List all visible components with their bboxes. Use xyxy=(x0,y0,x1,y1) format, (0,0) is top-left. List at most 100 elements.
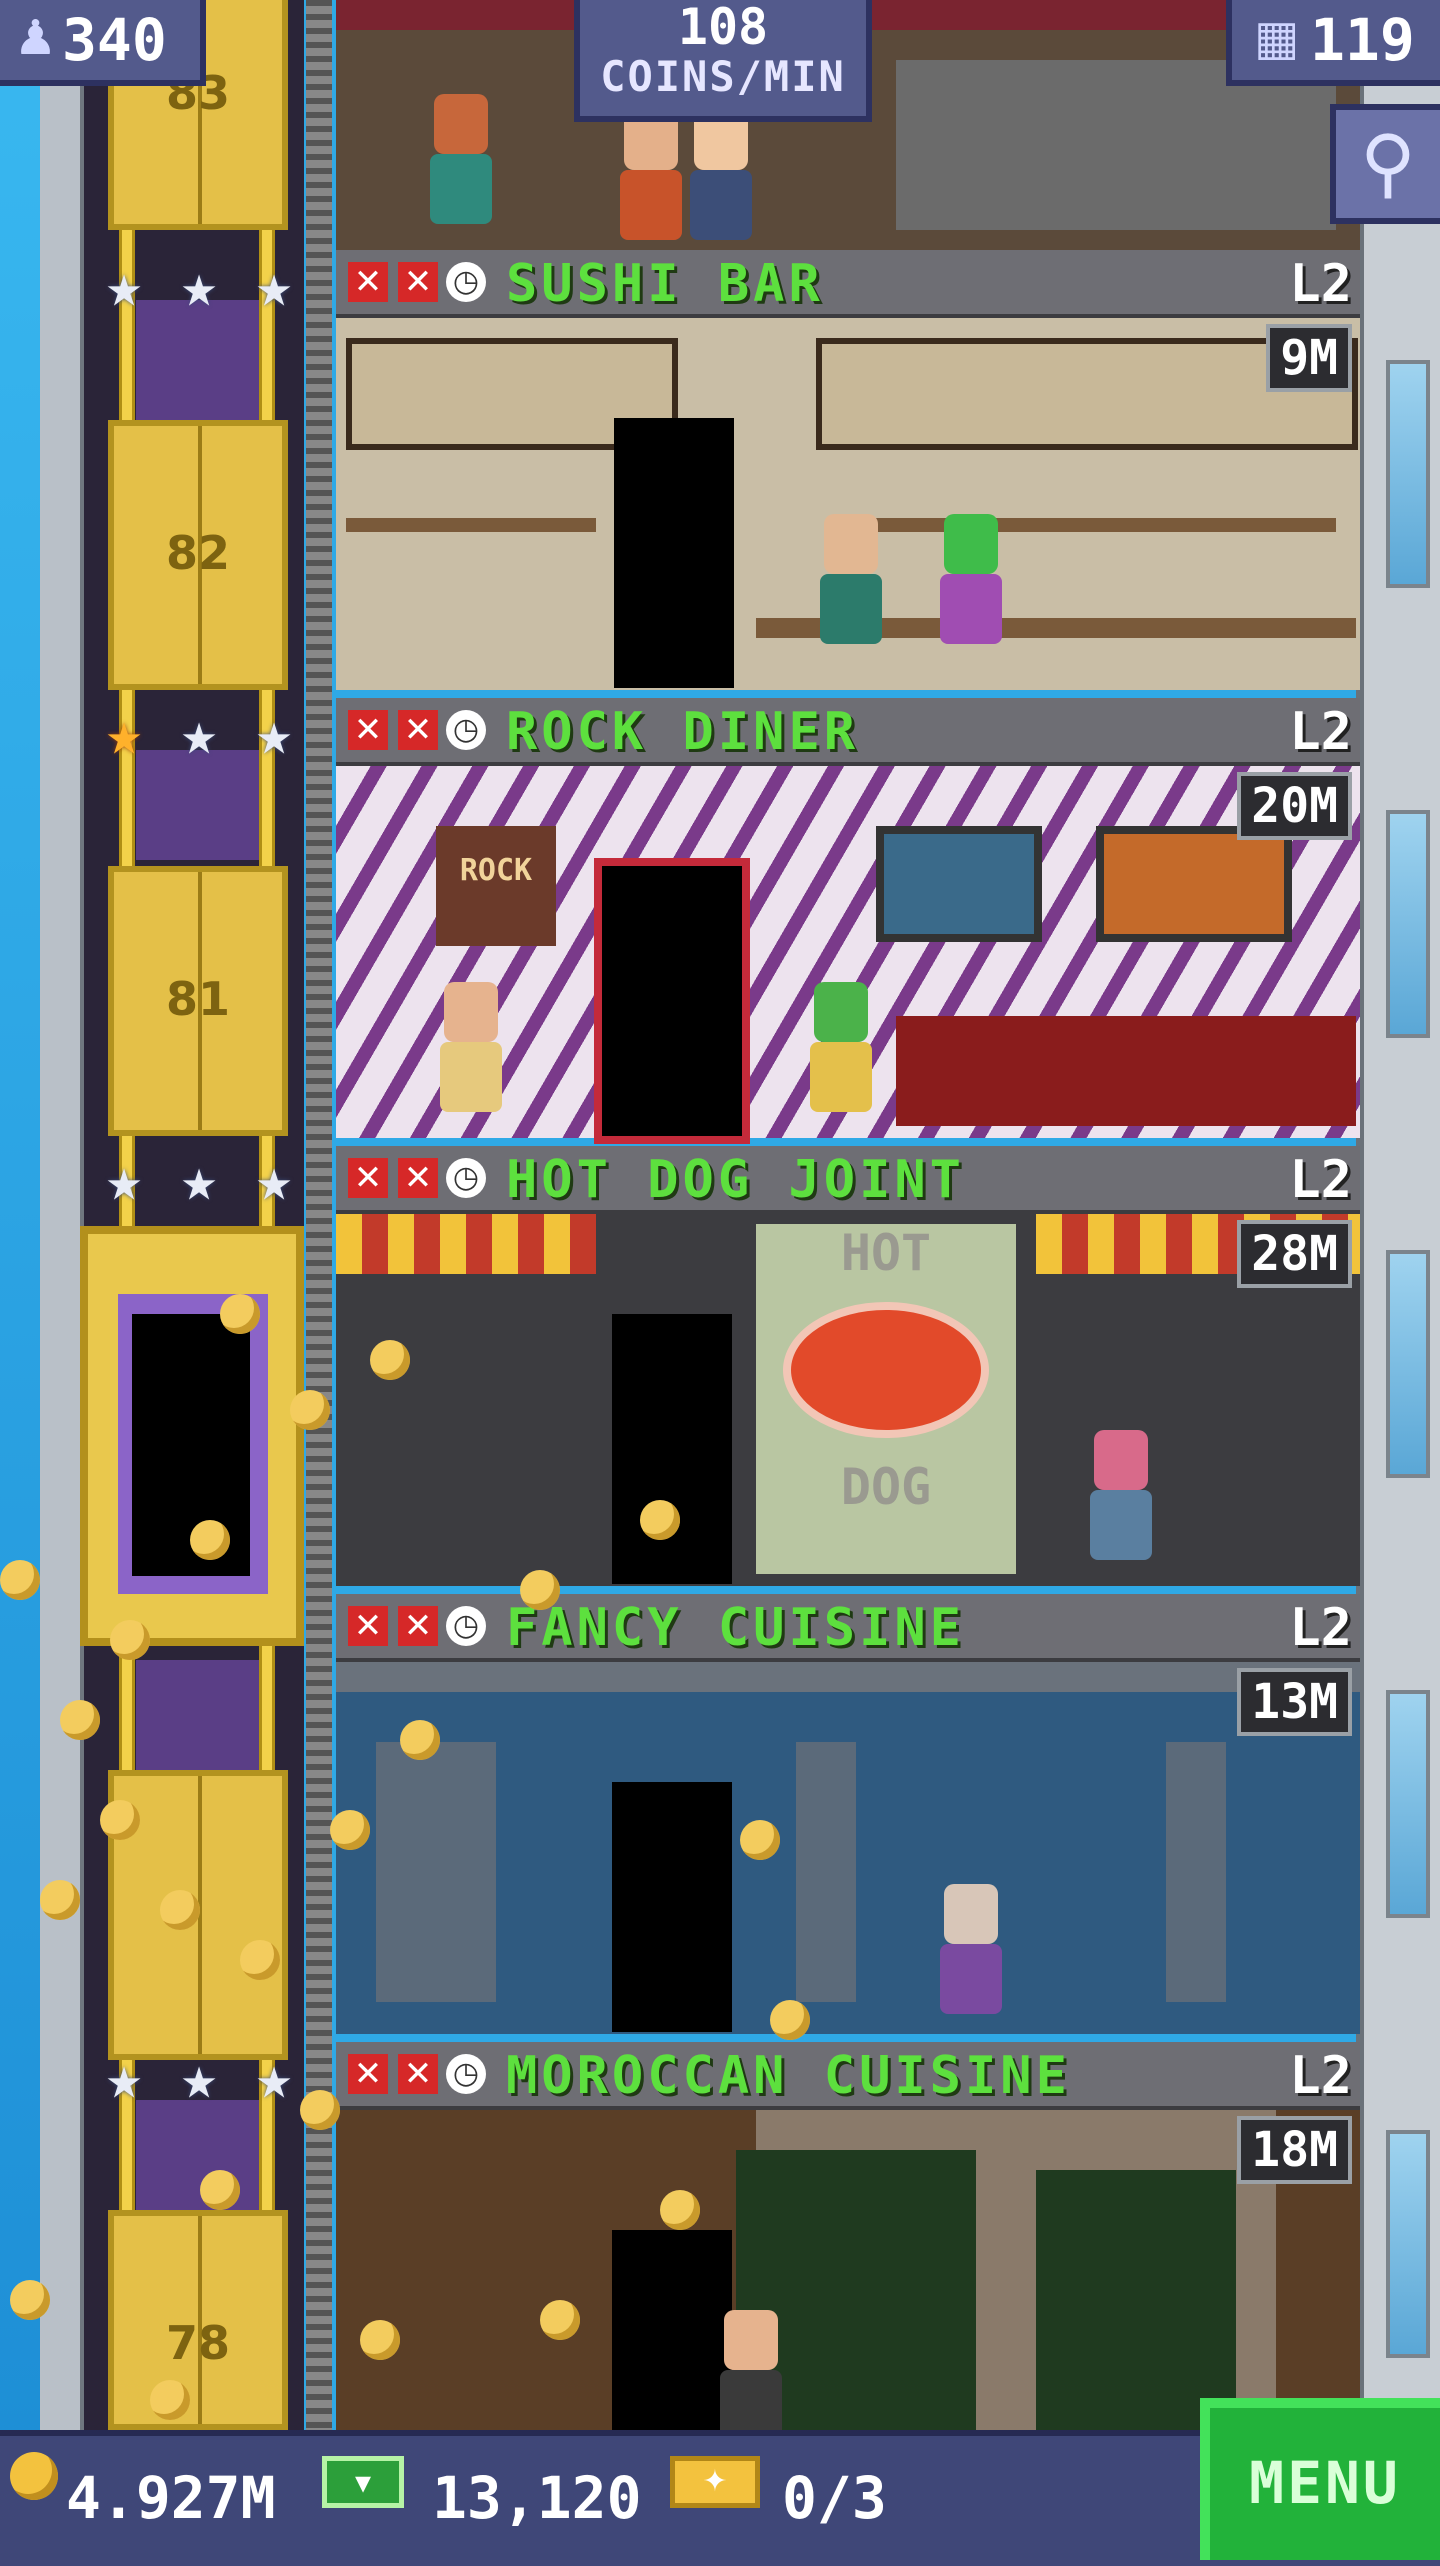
clock-icon: ◷ xyxy=(446,1158,486,1198)
stock-badge: 9M xyxy=(1266,324,1352,392)
status-x-icon: ✕ xyxy=(348,2054,388,2094)
floor-doorway xyxy=(612,2230,732,2430)
floor-header: ✕ ✕ ◷ FANCY CUISINE L2 xyxy=(336,1594,1360,1662)
shelf xyxy=(346,518,596,532)
customer xyxy=(936,1884,1006,2034)
bux-total: 13,120 xyxy=(432,2464,642,2532)
side-window xyxy=(1386,810,1430,1038)
star-icon: ★ xyxy=(255,1145,293,1215)
elevator-stop-81[interactable]: 81 xyxy=(108,866,288,1136)
menu-button[interactable]: MENU xyxy=(1200,2398,1440,2560)
floor-name: HOT DOG JOINT xyxy=(506,1150,965,1210)
stock-badge: 18M xyxy=(1237,2116,1352,2184)
star-icon: ★ xyxy=(180,2043,218,2113)
clock-icon: ◷ xyxy=(446,1606,486,1646)
coin-particle xyxy=(770,2000,810,2040)
coin-particle xyxy=(0,1560,40,1600)
floor-stars: ★ ★ ★ xyxy=(94,704,304,764)
star-icon: ★ xyxy=(180,1145,218,1215)
floor-stars: ★ ★ ★ xyxy=(94,2048,304,2108)
side-window xyxy=(1386,1690,1430,1918)
coin-particle xyxy=(150,2380,190,2420)
status-x-icon: ✕ xyxy=(398,710,438,750)
person-icon: ♟ xyxy=(14,10,58,66)
column xyxy=(796,1742,856,2002)
coin-particle xyxy=(40,1880,80,1920)
coin-particle xyxy=(300,2090,340,2130)
floor-stars: ★ ★ ★ xyxy=(94,256,304,316)
status-x-icon: ✕ xyxy=(348,1158,388,1198)
customer xyxy=(1086,1430,1156,1580)
elevator-stop-78[interactable]: 78 xyxy=(108,2210,288,2430)
elevator-stop-82[interactable]: 82 xyxy=(108,420,288,690)
floor-counter[interactable]: ▦ 119 xyxy=(1226,0,1440,86)
stock-badge: 28M xyxy=(1237,1220,1352,1288)
population-counter[interactable]: ♟ 340 xyxy=(0,0,206,86)
coin-particle xyxy=(160,1890,200,1930)
floor-sushi-bar[interactable]: ✕ ✕ ◷ SUSHI BAR L2 9M xyxy=(336,250,1360,690)
coin-rate-panel[interactable]: 108 COINS/MIN xyxy=(574,0,872,122)
coin-particle xyxy=(740,1820,780,1860)
gold-star-icon: ★ xyxy=(105,699,143,769)
coin-particle xyxy=(360,2320,400,2360)
customer xyxy=(436,982,506,1132)
floor-header: ✕ ✕ ◷ SUSHI BAR L2 xyxy=(336,250,1360,318)
status-x-icon: ✕ xyxy=(398,1606,438,1646)
floor-moroccan-cuisine[interactable]: ✕ ✕ ◷ MOROCCAN CUISINE L2 18M xyxy=(336,2042,1360,2440)
floor-name: SUSHI BAR xyxy=(506,254,824,314)
floor-scene: ROCK xyxy=(336,766,1360,1138)
status-x-icon: ✕ xyxy=(348,1606,388,1646)
floor-name: ROCK DINER xyxy=(506,702,860,762)
coin-particle xyxy=(240,1940,280,1980)
customer xyxy=(806,982,876,1132)
coin-particle xyxy=(640,1500,680,1540)
hot-dog-poster: HOT DOG xyxy=(756,1224,1016,1574)
clock-icon: ◷ xyxy=(446,2054,486,2094)
coin-particle xyxy=(330,1810,370,1850)
coin-particle xyxy=(370,1340,410,1380)
floor-level: L2 xyxy=(1289,2046,1352,2106)
floor-level: L2 xyxy=(1289,1150,1352,1210)
floor-header: ✕ ✕ ◷ HOT DOG JOINT L2 xyxy=(336,1146,1360,1214)
floor-stars: ★ ★ ★ xyxy=(94,1150,304,1210)
side-window xyxy=(1386,2130,1430,2358)
elevator-car[interactable] xyxy=(80,1226,304,1646)
floor-hot-dog-joint[interactable]: ✕ ✕ ◷ HOT DOG JOINT L2 HOT DOG 28M xyxy=(336,1146,1360,1586)
population-value: 340 xyxy=(62,6,167,74)
tickets-count: 0/3 xyxy=(782,2464,887,2532)
column xyxy=(376,1742,496,2002)
star-icon: ★ xyxy=(255,699,293,769)
coin-rate-value: 108 xyxy=(677,0,769,56)
star-icon: ★ xyxy=(255,2043,293,2113)
coin-particle xyxy=(60,1700,100,1740)
coin-particle xyxy=(520,1570,560,1610)
ticket-icon: ✦ xyxy=(670,2456,760,2508)
floor-doorway xyxy=(602,866,742,1136)
floor-name: FANCY CUISINE xyxy=(506,1598,965,1658)
building-icon: ▦ xyxy=(1254,10,1300,66)
poster-text-bottom: DOG xyxy=(840,1458,932,1516)
awning xyxy=(336,1214,596,1274)
status-x-icon: ✕ xyxy=(398,2054,438,2094)
floor-scene: HOT DOG xyxy=(336,1214,1360,1586)
side-window xyxy=(1386,360,1430,588)
stop-number: 82 xyxy=(165,526,230,580)
stock-badge: 13M xyxy=(1237,1668,1352,1736)
status-x-icon: ✕ xyxy=(398,1158,438,1198)
booth-seats xyxy=(896,1016,1356,1126)
floor-fancy-cuisine[interactable]: ✕ ✕ ◷ FANCY CUISINE L2 13M xyxy=(336,1594,1360,2034)
stock-badge: 20M xyxy=(1237,772,1352,840)
bux-icon: ▾ xyxy=(322,2456,404,2508)
shaft-segment xyxy=(136,1660,260,1770)
plant xyxy=(1036,2170,1236,2430)
search-button[interactable]: ⚲ xyxy=(1330,104,1440,224)
floor-doorway xyxy=(614,418,734,688)
coins-total: 4.927M xyxy=(66,2464,276,2532)
star-icon: ★ xyxy=(105,1145,143,1215)
status-x-icon: ✕ xyxy=(348,262,388,302)
floor-rock-diner[interactable]: ✕ ✕ ◷ ROCK DINER L2 ROCK 20M xyxy=(336,698,1360,1138)
sky xyxy=(0,0,40,2430)
floor-count-value: 119 xyxy=(1310,6,1415,74)
coin-particle xyxy=(290,1390,330,1430)
shelf xyxy=(836,518,1336,532)
